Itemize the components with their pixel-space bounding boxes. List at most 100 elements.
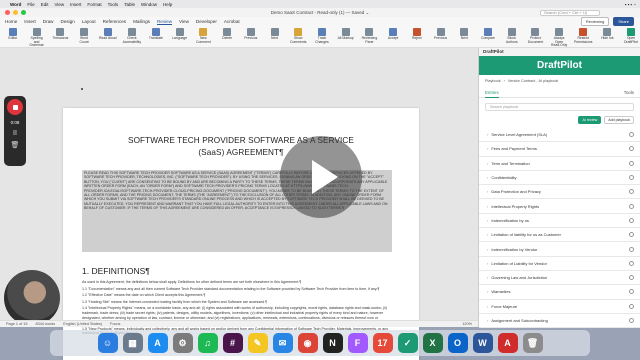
menu-insert[interactable]: Insert: [70, 2, 81, 7]
zoom-level[interactable]: 120%: [462, 322, 472, 326]
menu-view[interactable]: View: [54, 2, 64, 7]
block-authors-button[interactable]: Block Authors: [503, 28, 521, 44]
dock-calendar-icon[interactable]: 17: [372, 333, 393, 353]
delete-comment-button[interactable]: Delete: [218, 28, 236, 41]
stop-recording-button[interactable]: [7, 99, 23, 115]
read-only-button[interactable]: Always Open Read-Only: [550, 28, 568, 48]
trash-icon[interactable]: 🗑: [11, 142, 20, 149]
new-comment-button[interactable]: New Comment: [195, 28, 213, 44]
previous-change-button[interactable]: Previous: [432, 28, 450, 41]
tab-view[interactable]: View: [179, 19, 189, 24]
tab-entries[interactable]: Entries: [485, 90, 499, 98]
hide-ink-button[interactable]: Hide Ink: [598, 28, 616, 41]
dock-mail-icon[interactable]: ✉: [272, 333, 293, 353]
playbook-search-input[interactable]: Search playbook: [485, 103, 634, 111]
next-comment-button[interactable]: Next: [266, 28, 284, 41]
pause-icon[interactable]: II: [13, 130, 17, 137]
spelling-button[interactable]: Spelling and Grammar: [28, 28, 46, 48]
list-item[interactable]: › Limitation of Liability for Vendor: [479, 257, 640, 271]
dock-excel-icon[interactable]: X: [422, 333, 443, 353]
dock-settings-icon[interactable]: ⚙: [172, 333, 193, 353]
read-aloud-button[interactable]: Read Aloud: [99, 28, 117, 41]
tab-acrobat[interactable]: Acrobat: [224, 19, 240, 24]
dock-finder-icon[interactable]: ☺: [97, 333, 118, 353]
show-comments-button[interactable]: Show Comments: [289, 28, 307, 44]
dock-slack-icon[interactable]: #: [222, 333, 243, 353]
restrict-permissions-button[interactable]: Restrict Permissions: [574, 28, 592, 44]
accept-button[interactable]: Accept: [384, 28, 402, 41]
menu-format[interactable]: Format: [87, 2, 101, 7]
reviewing-pane-button[interactable]: Reviewing Pane: [361, 28, 379, 44]
list-item[interactable]: › Indemnification by Vendor: [479, 242, 640, 257]
compare-button[interactable]: Compare: [479, 28, 497, 41]
list-item[interactable]: › Force Majeure: [479, 300, 640, 314]
dock-notion-icon[interactable]: N: [322, 333, 343, 353]
list-item[interactable]: › Limitation of liability for us as Custo…: [479, 228, 640, 243]
list-item[interactable]: › Warranties: [479, 285, 640, 300]
reviewing-button[interactable]: Reviewing: [580, 17, 610, 26]
focus-button[interactable]: Focus: [110, 322, 120, 326]
tab-home[interactable]: Home: [5, 19, 17, 24]
menu-table[interactable]: Table: [124, 2, 135, 7]
menu-file[interactable]: File: [27, 2, 34, 7]
menu-app-name[interactable]: Word: [10, 2, 21, 7]
menu-help[interactable]: Help: [163, 2, 172, 7]
list-item[interactable]: › Data Protection and Privacy: [479, 185, 640, 200]
tab-review[interactable]: Review: [156, 19, 173, 25]
next-change-button[interactable]: Next: [455, 28, 473, 41]
list-item[interactable]: › Service Level Agreement (SLA): [479, 128, 640, 143]
word-count[interactable]: 8344 words: [36, 322, 56, 326]
dock-word-icon[interactable]: W: [472, 333, 493, 353]
open-draftpilot-button[interactable]: Open DraftPilot: [622, 28, 640, 44]
menu-tools[interactable]: Tools: [108, 2, 119, 7]
dock-app-store-icon[interactable]: A: [147, 333, 168, 353]
tab-draw[interactable]: Draw: [43, 19, 54, 24]
list-item[interactable]: › Assignment and Subcontracting: [479, 314, 640, 329]
dock-spotify-icon[interactable]: ♫: [197, 333, 218, 353]
tab-insert[interactable]: Insert: [24, 19, 36, 24]
protect-document-button[interactable]: Protect Document: [527, 28, 545, 44]
tab-references[interactable]: References: [103, 19, 127, 24]
add-playbook-button[interactable]: Add playbook: [604, 116, 634, 124]
translate-button[interactable]: Translate: [147, 28, 165, 41]
previous-comment-button[interactable]: Previous: [242, 28, 260, 41]
tab-mailings[interactable]: Mailings: [133, 19, 150, 24]
tab-tools[interactable]: Tools: [624, 90, 634, 97]
list-item[interactable]: › Governing Law and Jurisdiction: [479, 271, 640, 286]
track-changes-button[interactable]: Track Changes: [313, 28, 331, 44]
dock-trash-icon[interactable]: 🗑: [522, 333, 543, 353]
menu-edit[interactable]: Edit: [41, 2, 49, 7]
search-input[interactable]: Search (Cmd + Ctrl + U): [540, 9, 600, 16]
list-item[interactable]: › Intellectual Property Rights: [479, 199, 640, 214]
dock-outlook-icon[interactable]: O: [447, 333, 468, 353]
dock-launchpad-icon[interactable]: ▦: [122, 333, 143, 353]
reject-button[interactable]: Reject: [408, 28, 426, 41]
breadcrumb-current[interactable]: Vendor Contract - AI playbook: [508, 79, 558, 83]
list-item[interactable]: › Term and Termination: [479, 157, 640, 171]
language-button[interactable]: Language: [171, 28, 189, 41]
list-item[interactable]: › Confidentiality: [479, 171, 640, 186]
breadcrumb-playbook[interactable]: Playbook: [485, 79, 501, 83]
dock-figma-icon[interactable]: F: [347, 333, 368, 353]
document-canvas[interactable]: SOFTWARE TECH PROVIDER SOFTWARE AS A SER…: [0, 48, 478, 360]
tab-developer[interactable]: Developer: [196, 19, 217, 24]
thesaurus-button[interactable]: Thesaurus: [51, 28, 69, 41]
dock-chrome-icon[interactable]: ◉: [297, 333, 318, 353]
dock-notes-icon[interactable]: ✎: [247, 333, 268, 353]
dock-acrobat-icon[interactable]: A: [497, 333, 518, 353]
markup-dropdown[interactable]: All Markup: [337, 28, 355, 41]
language-status[interactable]: English (United States): [63, 322, 102, 326]
list-item[interactable]: › Indemnification by us: [479, 214, 640, 229]
page-count[interactable]: Page 1 of 15: [6, 322, 28, 326]
video-play-button[interactable]: [280, 136, 362, 218]
menu-window[interactable]: Window: [141, 2, 157, 7]
accessibility-button[interactable]: Check Accessibility: [123, 28, 141, 44]
tab-layout[interactable]: Layout: [82, 19, 96, 24]
dock-draftpilot-icon[interactable]: ✓: [397, 333, 418, 353]
ai-review-button[interactable]: AI review: [578, 116, 602, 124]
word-count-button[interactable]: Word Count: [75, 28, 93, 44]
share-button[interactable]: Share: [613, 17, 634, 26]
editor-button[interactable]: Editor: [4, 28, 22, 41]
tab-design[interactable]: Design: [61, 19, 75, 24]
list-item[interactable]: › Fees and Payment Terms: [479, 142, 640, 157]
